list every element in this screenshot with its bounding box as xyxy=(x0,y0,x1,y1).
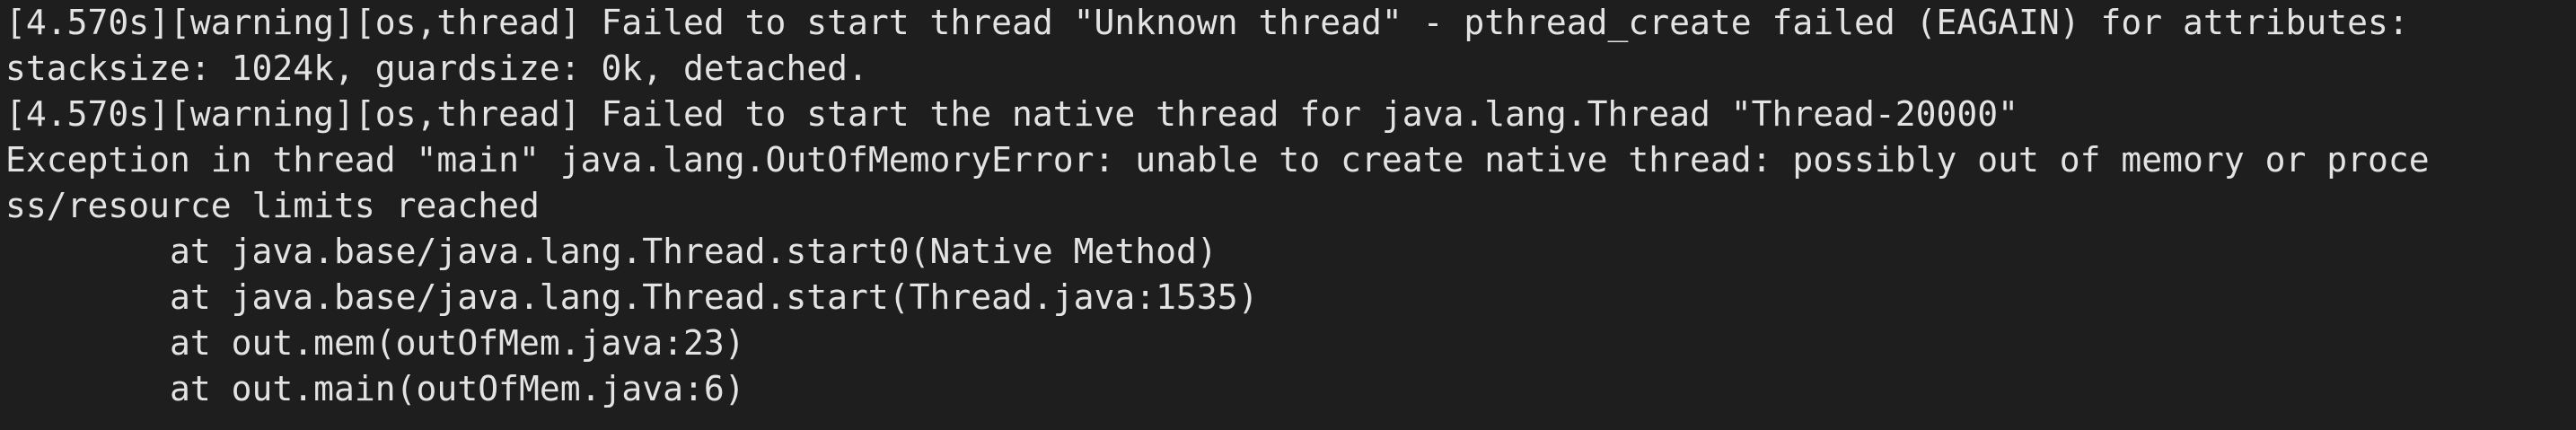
stack-trace-frame: at out.main(outOfMem.java:6) xyxy=(5,369,745,408)
exception-message-continuation: ss/resource limits reached xyxy=(5,186,540,225)
terminal-output[interactable]: [4.570s][warning][os,thread] Failed to s… xyxy=(0,0,2576,430)
log-line-thread-attributes: stacksize: 1024k, guardsize: 0k, detache… xyxy=(5,48,868,88)
log-line-warning-native-thread: [4.570s][warning][os,thread] Failed to s… xyxy=(5,94,2019,134)
stack-trace-frame: at java.base/java.lang.Thread.start(Thre… xyxy=(5,277,1259,317)
exception-message-line: Exception in thread "main" java.lang.Out… xyxy=(5,140,2430,180)
stack-trace-frame: at out.mem(outOfMem.java:23) xyxy=(5,323,745,363)
log-line-warning-thread-start: [4.570s][warning][os,thread] Failed to s… xyxy=(5,3,2409,42)
stack-trace-frame: at java.base/java.lang.Thread.start0(Nat… xyxy=(5,232,1218,271)
